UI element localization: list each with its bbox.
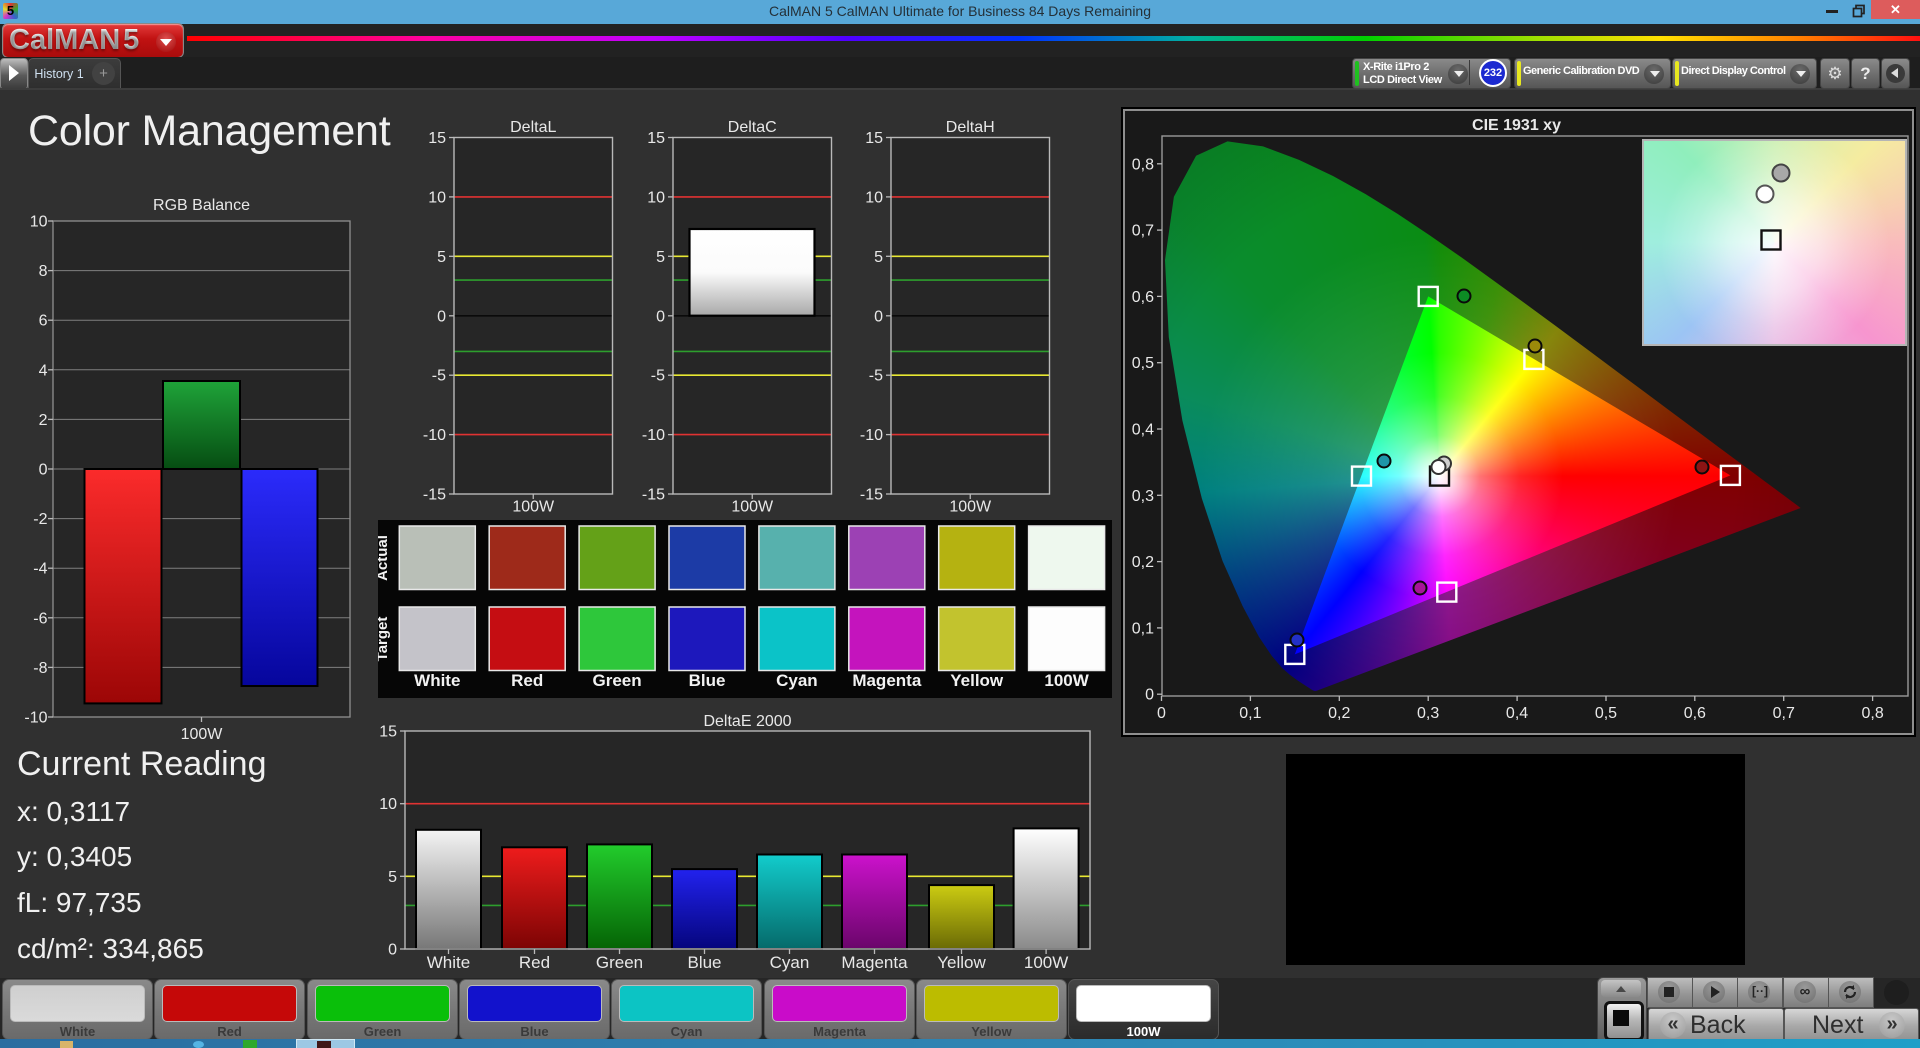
svg-text:0,6: 0,6	[1132, 289, 1154, 306]
svg-text:100W: 100W	[731, 499, 774, 516]
svg-text:-5: -5	[869, 368, 883, 385]
svg-text:-2: -2	[33, 511, 47, 528]
svg-text:0,8: 0,8	[1132, 156, 1154, 173]
svg-text:-8: -8	[33, 660, 47, 677]
svg-text:10: 10	[428, 189, 446, 206]
svg-text:0: 0	[388, 942, 397, 959]
svg-text:Cyan: Cyan	[776, 671, 818, 690]
svg-text:-15: -15	[860, 487, 883, 504]
svg-text:8: 8	[39, 263, 48, 280]
svg-text:0,5: 0,5	[1132, 355, 1154, 372]
svg-text:White: White	[414, 671, 460, 690]
svg-text:-5: -5	[432, 368, 446, 385]
svg-text:0,8: 0,8	[1861, 705, 1883, 722]
svg-text:RGB Balance: RGB Balance	[153, 197, 250, 214]
svg-text:0: 0	[874, 308, 883, 325]
svg-text:10: 10	[865, 189, 883, 206]
svg-text:-10: -10	[860, 427, 883, 444]
svg-text:10: 10	[30, 214, 48, 231]
svg-text:-10: -10	[24, 710, 47, 727]
svg-text:15: 15	[379, 724, 397, 741]
svg-text:10: 10	[647, 189, 665, 206]
svg-text:0: 0	[656, 308, 665, 325]
svg-text:0,5: 0,5	[1595, 705, 1617, 722]
svg-text:White: White	[427, 953, 470, 972]
svg-text:0,3: 0,3	[1132, 488, 1154, 505]
svg-text:2: 2	[39, 412, 48, 429]
svg-text:0,1: 0,1	[1132, 620, 1154, 637]
svg-text:5: 5	[656, 249, 665, 266]
svg-text:0,6: 0,6	[1684, 705, 1706, 722]
svg-text:Blue: Blue	[687, 953, 721, 972]
svg-text:5: 5	[437, 249, 446, 266]
svg-text:100W: 100W	[949, 499, 992, 516]
svg-text:Red: Red	[519, 953, 550, 972]
svg-text:15: 15	[428, 130, 446, 147]
svg-text:Magenta: Magenta	[841, 953, 908, 972]
svg-text:DeltaC: DeltaC	[728, 119, 777, 136]
svg-text:100W: 100W	[1044, 671, 1089, 690]
svg-text:Actual: Actual	[378, 535, 391, 581]
svg-text:-15: -15	[423, 487, 446, 504]
svg-text:4: 4	[39, 362, 48, 379]
svg-text:15: 15	[865, 130, 883, 147]
svg-text:Yellow: Yellow	[950, 671, 1004, 690]
svg-text:DeltaE 2000: DeltaE 2000	[703, 713, 791, 730]
svg-text:0,1: 0,1	[1239, 705, 1261, 722]
svg-text:-15: -15	[642, 487, 665, 504]
svg-text:Red: Red	[511, 671, 543, 690]
svg-text:Green: Green	[593, 671, 642, 690]
svg-text:0,2: 0,2	[1132, 554, 1154, 571]
svg-text:-5: -5	[651, 368, 665, 385]
svg-text:6: 6	[39, 313, 48, 330]
svg-text:Cyan: Cyan	[770, 953, 810, 972]
svg-text:Green: Green	[596, 953, 643, 972]
svg-text:Magenta: Magenta	[852, 671, 922, 690]
svg-text:100W: 100W	[181, 726, 224, 743]
svg-text:0: 0	[1145, 687, 1154, 704]
svg-text:0,4: 0,4	[1132, 422, 1154, 439]
svg-text:0: 0	[39, 462, 48, 479]
svg-text:-10: -10	[642, 427, 665, 444]
svg-text:-10: -10	[423, 427, 446, 444]
svg-text:0,2: 0,2	[1328, 705, 1350, 722]
svg-text:Target: Target	[378, 617, 391, 662]
svg-text:10: 10	[379, 796, 397, 813]
svg-text:0,4: 0,4	[1506, 705, 1528, 722]
svg-text:Yellow: Yellow	[937, 953, 986, 972]
svg-text:0: 0	[437, 308, 446, 325]
svg-text:0,7: 0,7	[1132, 223, 1154, 240]
svg-text:DeltaH: DeltaH	[946, 119, 995, 136]
svg-text:100W: 100W	[512, 499, 555, 516]
svg-text:-6: -6	[33, 610, 47, 627]
svg-text:5: 5	[388, 869, 397, 886]
svg-text:100W: 100W	[1024, 953, 1068, 972]
svg-text:15: 15	[647, 130, 665, 147]
svg-text:5: 5	[874, 249, 883, 266]
svg-text:0: 0	[1157, 705, 1166, 722]
svg-text:DeltaL: DeltaL	[510, 119, 556, 136]
svg-text:0,7: 0,7	[1773, 705, 1795, 722]
svg-text:-4: -4	[33, 561, 47, 578]
svg-text:0,3: 0,3	[1417, 705, 1439, 722]
svg-text:Blue: Blue	[689, 671, 726, 690]
